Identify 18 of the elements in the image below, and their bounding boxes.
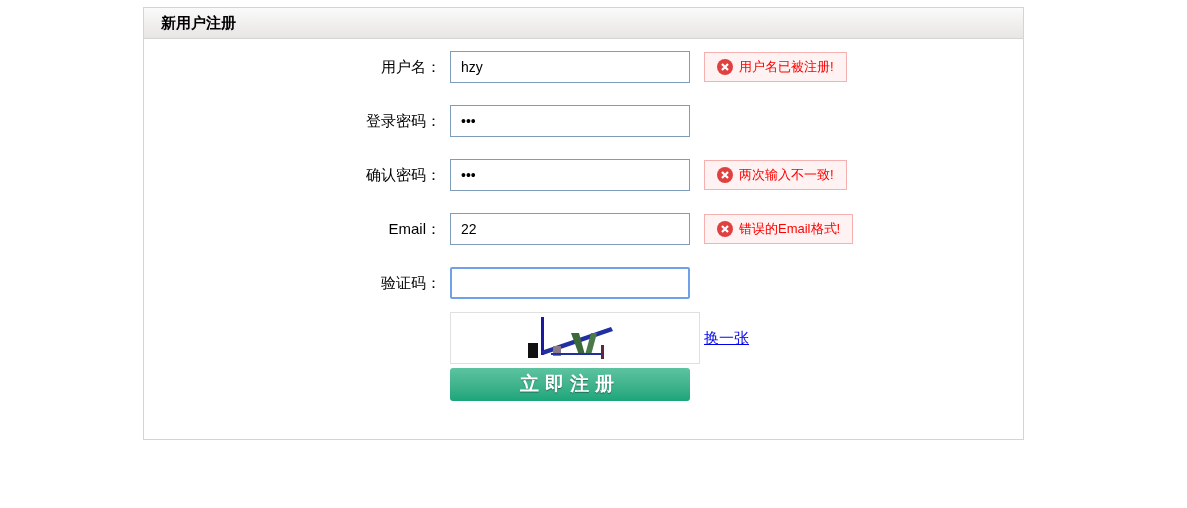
error-text: 用户名已被注册! xyxy=(739,58,834,77)
input-field[interactable] xyxy=(450,267,690,299)
error-icon xyxy=(717,167,733,183)
field-label: 用户名： xyxy=(380,56,441,77)
field-label: Email： xyxy=(387,218,441,239)
field-label: 确认密码： xyxy=(365,164,441,185)
input-field[interactable]: hzy xyxy=(450,51,690,83)
field-label: 验证码： xyxy=(380,272,441,293)
refresh-link[interactable]: 换一张 xyxy=(704,326,749,350)
error-text: 错误的Email格式! xyxy=(739,220,841,239)
error-icon xyxy=(717,59,733,75)
error-text: 两次输入不一致! xyxy=(739,166,834,185)
error-icon xyxy=(717,221,733,237)
input-field[interactable]: ••• xyxy=(450,159,690,191)
field-label: 登录密码： xyxy=(365,110,441,131)
panel-title: 新用户注册 xyxy=(161,12,236,33)
input-field[interactable]: ••• xyxy=(450,105,690,137)
input-field[interactable]: 22 xyxy=(450,213,690,245)
